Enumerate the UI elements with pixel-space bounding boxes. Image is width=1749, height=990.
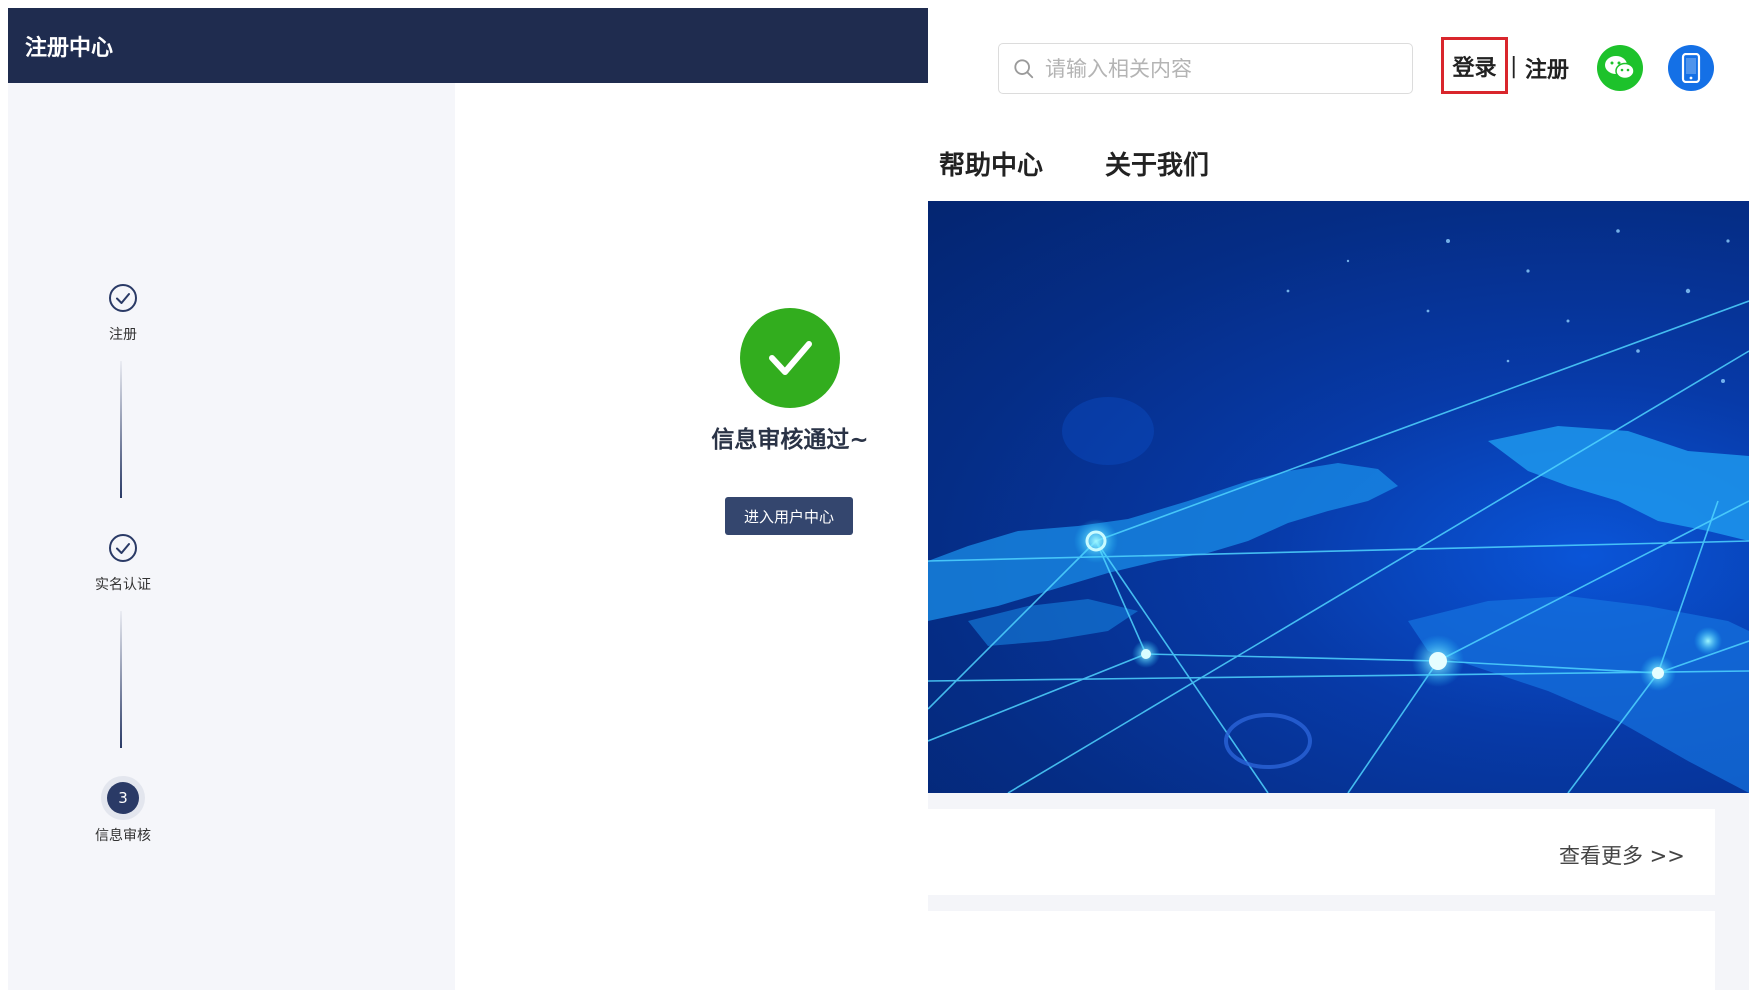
step-register: 注册 xyxy=(8,283,238,344)
search-box[interactable] xyxy=(998,43,1413,94)
step-number-badge: 3 xyxy=(107,782,139,814)
review-passed-message: 信息审核通过~ xyxy=(711,427,869,453)
step-label: 实名认证 xyxy=(95,577,151,593)
step-real-name: 实名认证 xyxy=(8,533,238,594)
auth-separator: | xyxy=(1510,54,1518,79)
login-link[interactable]: 登录 xyxy=(1441,37,1508,94)
enter-user-center-button[interactable]: 进入用户中心 xyxy=(725,497,853,535)
steps-sidebar: 注册 实名认证 3 信息审核 xyxy=(8,83,455,990)
wechat-icon xyxy=(1605,56,1635,80)
check-circle-icon xyxy=(109,534,137,562)
step-label: 注册 xyxy=(109,327,137,343)
page: 登录 | 注册 帮助中心 关于我们 xyxy=(0,0,1749,990)
lower-card xyxy=(928,911,1715,990)
result-panel xyxy=(455,83,928,990)
registration-title: 注册中心 xyxy=(25,35,114,61)
step-connector xyxy=(120,611,122,748)
registration-header: 注册中心 xyxy=(8,8,928,83)
nav-help-center[interactable]: 帮助中心 xyxy=(939,145,1043,182)
view-more-link[interactable]: 查看更多 >> xyxy=(1559,840,1685,870)
search-input[interactable] xyxy=(1045,44,1405,93)
world-network-image xyxy=(928,229,1749,793)
check-circle-icon xyxy=(109,284,137,312)
success-badge xyxy=(740,308,840,408)
mobile-icon xyxy=(1681,53,1701,83)
success-check-icon xyxy=(769,341,812,375)
nav-about-us[interactable]: 关于我们 xyxy=(1105,145,1209,182)
wechat-button[interactable] xyxy=(1597,45,1643,91)
step-label: 信息审核 xyxy=(95,828,151,844)
step-review: 3 信息审核 xyxy=(8,782,238,845)
register-link[interactable]: 注册 xyxy=(1525,52,1569,84)
search-icon xyxy=(1014,59,1034,79)
step-connector xyxy=(120,361,122,498)
mobile-button[interactable] xyxy=(1668,45,1714,91)
hero-banner xyxy=(928,201,1749,793)
